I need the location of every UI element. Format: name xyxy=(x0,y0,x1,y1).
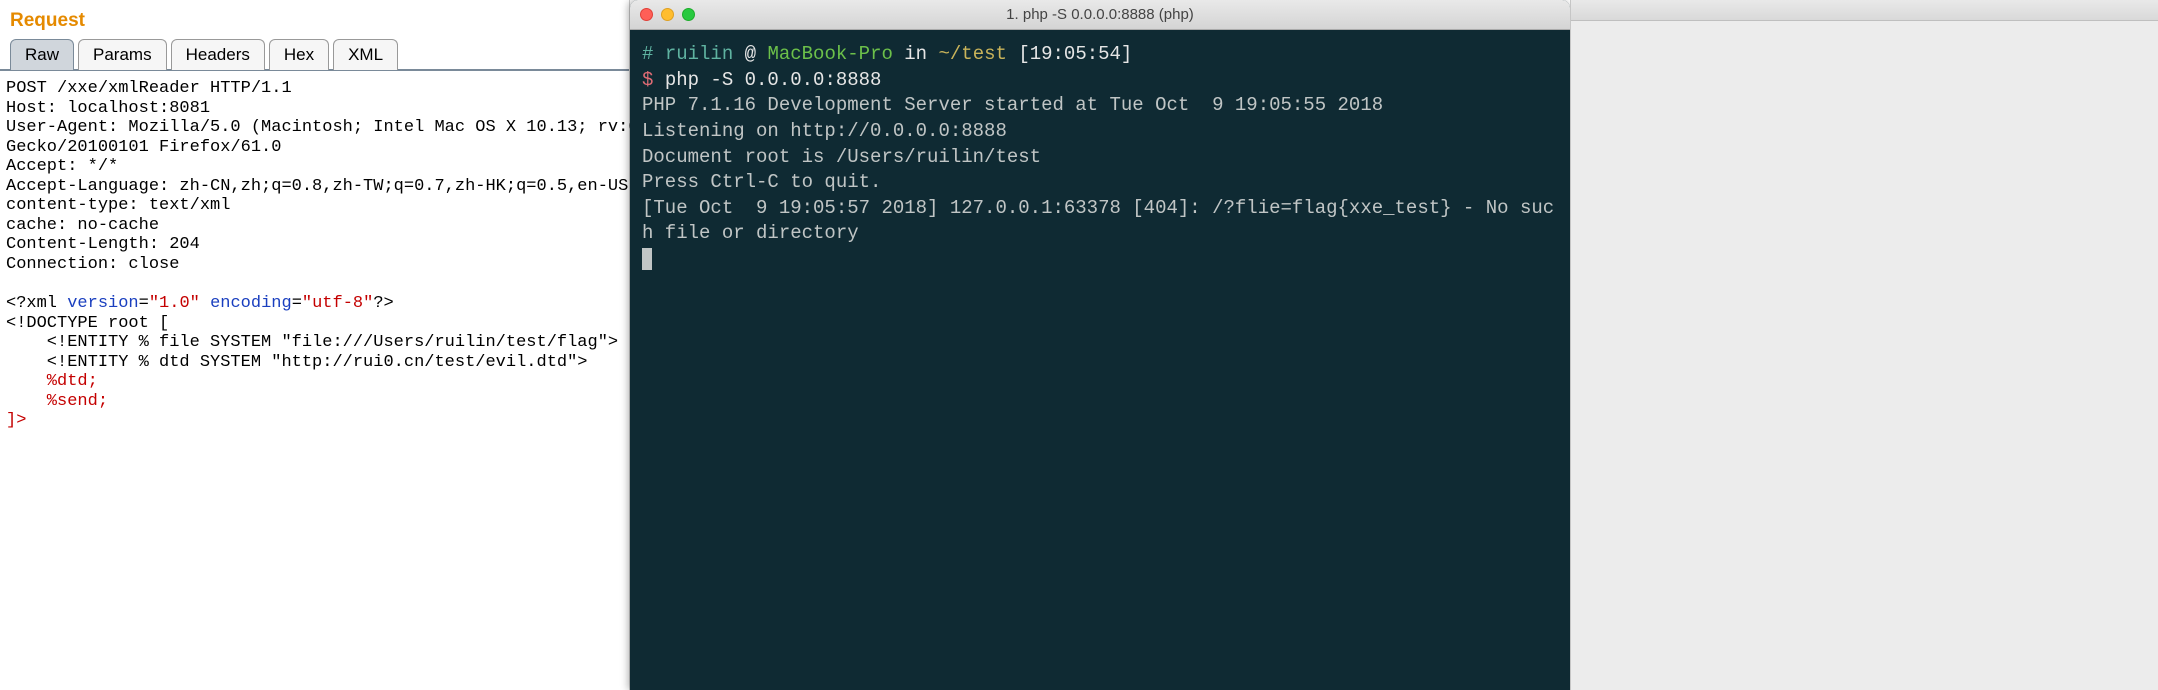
tab-hex[interactable]: Hex xyxy=(269,39,329,70)
out-line: Listening on http://0.0.0.0:8888 xyxy=(642,120,1007,142)
xml-entity-dtd: <!ENTITY % dtd SYSTEM "http://rui0.cn/te… xyxy=(6,353,588,372)
hdr: Gecko/20100101 Firefox/61.0 xyxy=(6,138,281,157)
hdr: Content-Length: 204 xyxy=(6,235,200,254)
tab-headers[interactable]: Headers xyxy=(171,39,265,70)
hdr: Host: localhost:8081 xyxy=(6,99,210,118)
tab-params[interactable]: Params xyxy=(78,39,167,70)
xml-ref-send: %send; xyxy=(6,392,108,411)
hdr: content-type: text/xml xyxy=(6,196,230,215)
out-line: Press Ctrl-C to quit. xyxy=(642,171,881,193)
background-window xyxy=(1570,0,2158,690)
xml-entity-file: <!ENTITY % file SYSTEM "file:///Users/ru… xyxy=(6,333,618,352)
hdr: Accept-Language: zh-CN,zh;q=0.8,zh-TW;q=… xyxy=(6,177,639,196)
terminal-body[interactable]: # ruilin @ MacBook-Pro in ~/test [19:05:… xyxy=(630,30,1570,285)
prompt-time: [19:05:54] xyxy=(1018,43,1132,65)
prompt-dollar: $ xyxy=(642,69,653,91)
tab-xml[interactable]: XML xyxy=(333,39,398,70)
prompt-path: ~/test xyxy=(938,43,1006,65)
command-text: php -S 0.0.0.0:8888 xyxy=(665,69,882,91)
prompt-at: @ xyxy=(733,43,767,65)
request-panel: Request Raw Params Headers Hex XML POST … xyxy=(0,0,630,690)
prompt-hash: # xyxy=(642,43,653,65)
prompt-user: ruilin xyxy=(665,43,733,65)
request-line: POST /xxe/xmlReader HTTP/1.1 xyxy=(6,79,292,98)
hdr: Accept: */* xyxy=(6,157,118,176)
tab-raw[interactable]: Raw xyxy=(10,39,74,70)
hdr: Connection: close xyxy=(6,255,179,274)
terminal-window: 1. php -S 0.0.0.0:8888 (php) # ruilin @ … xyxy=(630,0,1570,690)
hdr: User-Agent: Mozilla/5.0 (Macintosh; Inte… xyxy=(6,118,639,137)
out-line: PHP 7.1.16 Development Server started at… xyxy=(642,94,1383,116)
section-title: Request xyxy=(0,0,629,38)
xml-doctype: <!DOCTYPE root [ xyxy=(6,314,169,333)
raw-request-body[interactable]: POST /xxe/xmlReader HTTP/1.1 Host: local… xyxy=(0,71,629,439)
terminal-cursor-icon xyxy=(642,248,652,270)
hdr: cache: no-cache xyxy=(6,216,159,235)
window-titlebar[interactable]: 1. php -S 0.0.0.0:8888 (php) xyxy=(630,0,1570,30)
tabs-bar: Raw Params Headers Hex XML xyxy=(0,38,629,71)
window-title: 1. php -S 0.0.0.0:8888 (php) xyxy=(630,6,1570,23)
prompt-in: in xyxy=(893,43,939,65)
xml-close: ]> xyxy=(6,411,26,430)
out-line: Document root is /Users/ruilin/test xyxy=(642,146,1041,168)
out-line: [Tue Oct 9 19:05:57 2018] 127.0.0.1:6337… xyxy=(642,197,1554,245)
prompt-host: MacBook-Pro xyxy=(767,43,892,65)
xml-decl: <?xml version="1.0" encoding="utf-8"?> xyxy=(6,294,394,313)
xml-ref-dtd: %dtd; xyxy=(6,372,98,391)
